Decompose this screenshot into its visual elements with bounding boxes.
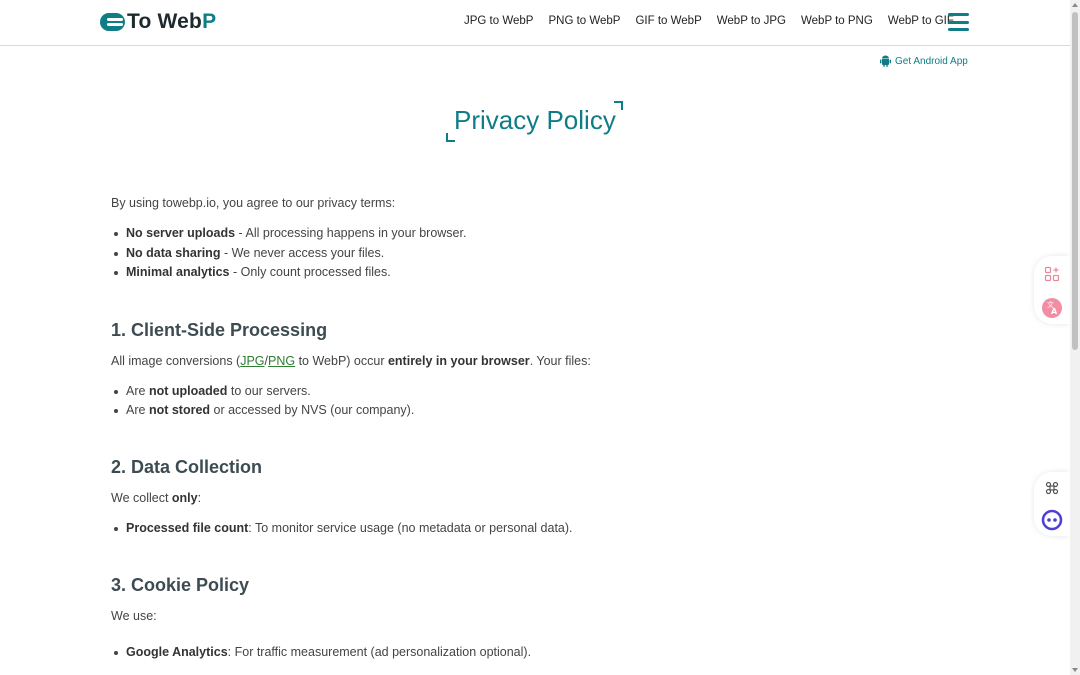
hamburger-menu-icon[interactable] — [948, 13, 969, 31]
android-icon — [880, 55, 891, 67]
page-title: Privacy Policy — [454, 105, 616, 135]
scroll-up-arrow-icon[interactable] — [1072, 3, 1078, 7]
list-item: Google Analytics: For traffic measuremen… — [111, 643, 971, 663]
list-item: Are not stored or accessed by NVS (our c… — [111, 401, 971, 421]
nav-webp-to-png[interactable]: WebP to PNG — [801, 15, 873, 27]
nav-gif-to-webp[interactable]: GIF to WebP — [635, 15, 701, 27]
command-icon[interactable] — [1038, 474, 1066, 502]
side-tools-top: 文 A — [1034, 256, 1070, 324]
translate-icon[interactable]: 文 A — [1038, 294, 1066, 322]
section1-list: Are not uploaded to our servers. Are not… — [111, 382, 971, 421]
apps-add-icon[interactable] — [1038, 260, 1066, 288]
logo-text: To WebP — [127, 10, 217, 33]
list-item: Minimal analytics - Only count processed… — [111, 263, 971, 283]
svg-text:A: A — [1051, 307, 1058, 316]
intro-list: No server uploads - All processing happe… — [111, 224, 971, 283]
section-heading-cookie-policy: 3. Cookie Policy — [111, 575, 250, 595]
section3-text: We use: — [111, 609, 157, 623]
section-heading-data-collection: 2. Data Collection — [111, 456, 263, 477]
section2-list: Processed file count: To monitor service… — [111, 519, 971, 539]
section-heading-client-side: 1. Client-Side Processing — [111, 319, 328, 340]
list-item: No data sharing - We never access your f… — [111, 244, 971, 264]
list-item: Are not uploaded to our servers. — [111, 382, 971, 402]
assistant-bot-icon[interactable] — [1038, 506, 1066, 534]
nav-webp-to-gif[interactable]: WebP to GIF — [888, 15, 954, 27]
nav-webp-to-jpg[interactable]: WebP to JPG — [717, 15, 786, 27]
nav-png-to-webp[interactable]: PNG to WebP — [548, 15, 620, 27]
section1-text: All image conversions (JPG/PNG to WebP) … — [111, 353, 591, 368]
nav-jpg-to-webp[interactable]: JPG to WebP — [464, 15, 533, 27]
get-android-app-link[interactable]: Get Android App — [880, 55, 968, 67]
list-item: Processed file count: To monitor service… — [111, 519, 971, 539]
list-item: No server uploads - All processing happe… — [111, 224, 971, 244]
jpg-link[interactable]: JPG — [240, 354, 264, 368]
scrollbar-thumb[interactable] — [1072, 12, 1078, 350]
section2-text: We collect only: — [111, 490, 202, 505]
logo-mark-icon — [100, 13, 125, 31]
png-link[interactable]: PNG — [268, 354, 295, 368]
intro-text: By using towebp.io, you agree to our pri… — [111, 196, 396, 210]
top-nav: JPG to WebP PNG to WebP GIF to WebP WebP… — [464, 15, 969, 27]
site-logo[interactable]: To WebP — [100, 10, 216, 34]
page-scrollbar[interactable] — [1070, 0, 1080, 675]
site-header: To WebP JPG to WebP PNG to WebP GIF to W… — [0, 0, 1070, 46]
section3-list: Google Analytics: For traffic measuremen… — [111, 643, 971, 663]
title-frame: Privacy Policy — [446, 101, 623, 142]
scroll-down-arrow-icon[interactable] — [1072, 668, 1078, 672]
android-link-label: Get Android App — [895, 55, 968, 67]
policy-content: By using towebp.io, you agree to our pri… — [111, 190, 971, 663]
side-tools-bottom — [1034, 472, 1070, 536]
